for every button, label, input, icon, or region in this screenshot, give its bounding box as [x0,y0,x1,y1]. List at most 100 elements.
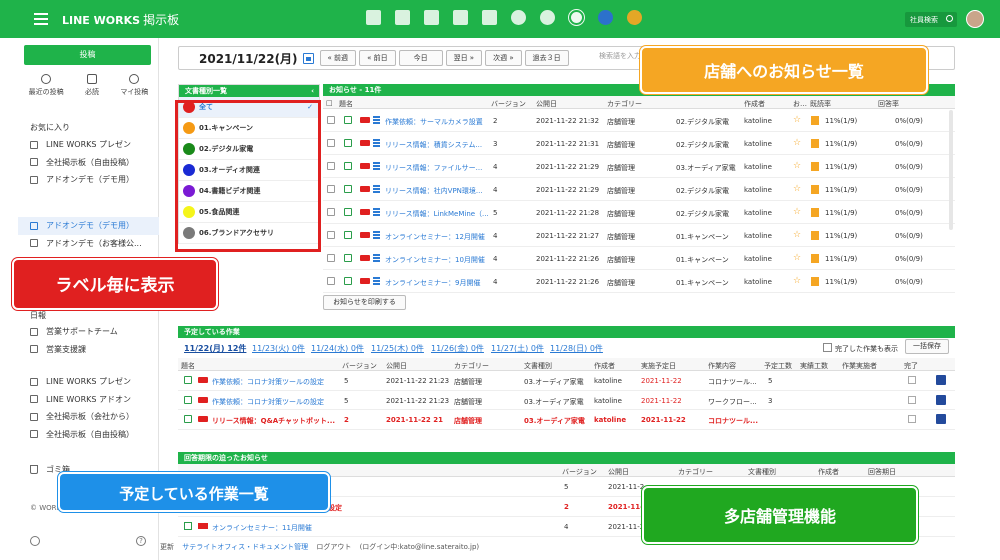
column-header[interactable]: カテゴリー [678,467,713,477]
edit-icon[interactable] [184,522,192,530]
help-icon[interactable]: ? [136,536,146,546]
post-button[interactable]: 投稿 [24,45,151,65]
row-checkbox[interactable] [327,231,335,239]
sidebar-item-active[interactable]: アドオンデモ（デモ用） [18,217,159,235]
sidebar-item[interactable]: 全社掲示板（会社から） [18,408,159,426]
avatar[interactable] [966,10,984,28]
check-icon[interactable] [540,10,555,25]
edit-icon[interactable] [344,254,352,262]
menu-icon[interactable] [34,13,48,25]
column-header[interactable]: 既読率 [810,99,831,109]
notice-title-link[interactable]: リリース情報：積貨システム... [385,140,482,150]
column-header[interactable]: 実施予定日 [641,361,676,371]
edit-icon[interactable] [184,395,192,404]
edit-icon[interactable] [344,162,352,170]
chat-icon[interactable] [395,10,410,25]
star-icon[interactable]: ☆ [793,276,801,286]
past-3-days-button[interactable]: 過去３日 [524,50,569,66]
star-icon[interactable]: ☆ [793,161,801,171]
done-checkbox[interactable] [908,415,916,423]
day-tab[interactable]: 11/27(土) 0件 [491,343,544,354]
prev-day-button[interactable]: « 前日 [359,50,396,66]
sidebar-item[interactable]: 営業支援課 [18,341,159,359]
calendar-icon[interactable] [453,10,468,25]
work-title-link[interactable]: リリース情報：Q&Aチャットボット... [212,416,335,426]
table-row[interactable]: オンラインセミナー：10月開催 4 2021-11-22 21:26 店舗管理 01.キ… [323,247,955,270]
column-header[interactable]: 公開日 [536,99,557,109]
row-checkbox[interactable] [327,162,335,170]
row-checkbox[interactable] [327,116,335,124]
logout-link[interactable]: ログアウト [316,543,351,551]
cloud-icon[interactable] [511,10,526,25]
notice-title-link[interactable]: オンラインセミナー：9月開催 [385,278,480,288]
row-checkbox[interactable] [327,277,335,285]
next-week-button[interactable]: 次週 » [485,50,522,66]
sidebar-item[interactable]: LINE WORKS アドオン [18,391,159,409]
row-checkbox[interactable] [327,208,335,216]
table-row[interactable]: 作業依頼：コロナ対策ツールの設定 5 2021-11-22 21:23 店舗管理 03.… [178,391,955,410]
column-header[interactable]: 作成者 [818,467,839,477]
table-row[interactable]: オンラインセミナー：12月開催 4 2021-11-22 21:27 店舗管理 01.キ… [323,224,955,247]
table-row[interactable]: 作業依頼：サーマルカメラ設置 2 2021-11-22 21:32 店舗管理 02.デジ… [323,109,955,132]
edit-icon[interactable] [184,376,192,384]
column-header[interactable]: 回答率 [878,99,899,109]
column-header[interactable]: 実績工数 [800,361,828,371]
work-title-link[interactable]: 作業依頼：コロナ対策ツールの設定 [212,377,324,387]
table-row[interactable]: リリース情報：LinkMeMine（... 5 2021-11-22 21:28 店舗… [323,201,955,224]
prev-week-button[interactable]: « 前週 [319,50,357,66]
notice-title-link[interactable]: 作業依頼：サーマルカメラ設置 [385,117,483,127]
column-header[interactable]: お… [793,99,807,109]
column-header[interactable]: 作業内容 [708,361,736,371]
done-checkbox[interactable] [908,376,916,384]
column-header[interactable]: 作成者 [594,361,615,371]
table-row[interactable]: リリース情報：積貨システム... 3 2021-11-22 21:31 店舗管理 02.… [323,132,955,155]
star-icon[interactable]: ☆ [793,253,801,263]
star-icon[interactable]: ☆ [793,207,801,217]
clock-app-icon[interactable] [627,10,642,25]
row-checkbox[interactable] [327,185,335,193]
bulk-save-button[interactable]: 一括保存 [905,339,949,354]
recent-posts-link[interactable]: 最近の投稿 [29,74,64,97]
sidebar-item[interactable]: 全社掲示板（自由投稿） [18,154,159,172]
star-icon[interactable]: ☆ [793,184,801,194]
star-icon[interactable]: ☆ [793,115,801,125]
day-tab[interactable]: 11/28(日) 0件 [550,343,603,354]
edit-icon[interactable] [344,208,352,216]
day-tab[interactable]: 11/24(水) 0件 [311,343,364,354]
today-button[interactable]: 今日 [398,50,443,66]
sidebar-item[interactable]: アドオンデモ（デモ用） [18,171,159,189]
notice-title-link[interactable]: オンラインセミナー：11月開催 [212,523,312,533]
done-checkbox[interactable] [908,395,916,404]
s-app-icon[interactable] [569,10,584,25]
edit-icon[interactable] [344,277,352,285]
scrollbar[interactable] [949,110,953,230]
footer-product-link[interactable]: サテライトオフィス・ドキュメント管理 [182,543,308,551]
column-header[interactable]: 文書種別 [748,467,776,477]
column-header[interactable]: 予定工数 [764,361,792,371]
print-notices-button[interactable]: お知らせを印刷する [323,295,406,310]
calendar-icon[interactable] [302,52,314,64]
sidebar-item[interactable]: LINE WORKS プレゼン [18,373,159,391]
chevron-left-icon[interactable]: ‹ [311,85,314,97]
contacts-icon[interactable] [482,10,497,25]
day-tab[interactable]: 11/23(火) 0件 [252,343,305,354]
footer-update-link[interactable]: 更新 [160,543,174,551]
column-header[interactable]: バージョン [491,99,526,109]
star-icon[interactable]: ☆ [793,230,801,240]
day-tab[interactable]: 11/26(金) 0件 [431,343,484,354]
next-day-button[interactable]: 翌日 » [445,50,483,66]
sidebar-item[interactable]: LINE WORKS プレゼン [18,136,159,154]
edit-icon[interactable] [344,139,352,147]
column-header[interactable]: 題名 [339,99,353,109]
my-posts-link[interactable]: マイ投稿 [120,74,148,97]
column-header[interactable]: 公開日 [608,467,629,477]
table-row[interactable]: リリース情報：ファイルサー... 4 2021-11-22 21:29 店舗管理 03.… [323,155,955,178]
n-app-icon[interactable] [598,10,613,25]
save-icon[interactable] [936,394,946,405]
table-row[interactable]: リリース情報：社内VPN環境... 4 2021-11-22 21:29 店舗管理 02… [323,178,955,201]
edit-icon[interactable] [344,185,352,193]
day-tab[interactable]: 11/25(木) 0件 [371,343,424,354]
notice-title-link[interactable]: 設定 [328,503,342,513]
row-checkbox[interactable] [327,139,335,147]
edit-icon[interactable] [344,116,352,124]
